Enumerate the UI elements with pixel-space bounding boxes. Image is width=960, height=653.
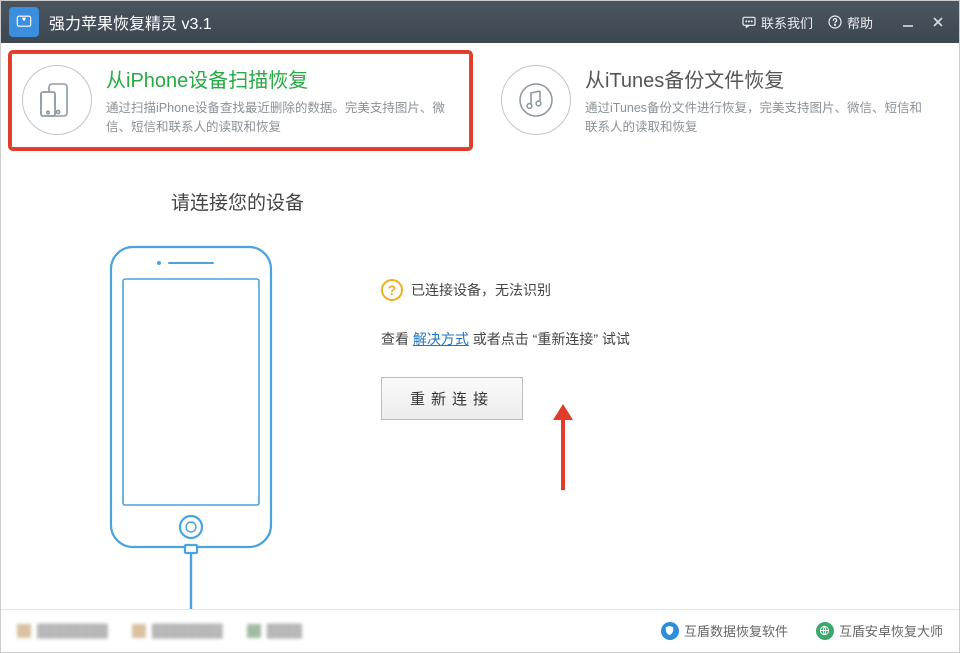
footer-item-blur-2: ████████ bbox=[132, 624, 223, 638]
close-button[interactable] bbox=[923, 1, 953, 43]
mode-scan-title: 从iPhone设备扫描恢复 bbox=[106, 64, 455, 93]
footer-item-blur-3: ████ bbox=[247, 624, 302, 638]
help-suffix: ” 试试 bbox=[593, 331, 630, 347]
help-mid: 或者点击 “ bbox=[469, 331, 537, 347]
contact-button[interactable]: 联系我们 bbox=[741, 13, 813, 32]
footer-link-data-recovery[interactable]: 互盾数据恢复软件 bbox=[661, 621, 788, 640]
help-button[interactable]: 帮助 bbox=[827, 13, 873, 32]
music-note-icon bbox=[501, 65, 571, 135]
shield-icon bbox=[661, 622, 679, 640]
main-heading: 请连接您的设备 bbox=[171, 188, 899, 215]
footer-link-android-recovery[interactable]: 互盾安卓恢复大师 bbox=[816, 621, 943, 640]
minimize-button[interactable] bbox=[893, 1, 923, 43]
globe-icon bbox=[816, 622, 834, 640]
app-logo-icon bbox=[9, 7, 39, 37]
main-area: 请连接您的设备 ? 已连接设备，无法识别 bbox=[1, 154, 959, 609]
mode-itunes-desc: 通过iTunes备份文件进行恢复，完美支持图片、微信、短信和联系人的读取和恢复 bbox=[585, 99, 934, 137]
reconnect-button[interactable]: 重新连接 bbox=[381, 377, 523, 420]
devices-icon bbox=[22, 65, 92, 135]
help-prefix: 查看 bbox=[381, 331, 413, 347]
mode-row: 从iPhone设备扫描恢复 通过扫描iPhone设备查找最近删除的数据。完美支持… bbox=[1, 43, 959, 154]
phone-illustration bbox=[61, 239, 321, 609]
footer-badge2-label: 互盾安卓恢复大师 bbox=[839, 621, 943, 640]
footer-item-blur-1: ████████ bbox=[17, 624, 108, 638]
footer-badge1-label: 互盾数据恢复软件 bbox=[684, 621, 788, 640]
chat-icon bbox=[741, 14, 757, 30]
app-title: 强力苹果恢复精灵 v3.1 bbox=[49, 10, 212, 34]
help-label: 帮助 bbox=[847, 13, 873, 32]
warning-icon: ? bbox=[381, 279, 403, 301]
status-line: ? 已连接设备，无法识别 bbox=[381, 279, 899, 301]
mode-scan-desc: 通过扫描iPhone设备查找最近删除的数据。完美支持图片、微信、短信和联系人的读… bbox=[106, 99, 455, 137]
help-action-text: 重新连接 bbox=[537, 331, 593, 347]
solution-link[interactable]: 解决方式 bbox=[413, 331, 469, 347]
titlebar: 强力苹果恢复精灵 v3.1 联系我们 帮助 bbox=[1, 1, 959, 43]
mode-scan-iphone[interactable]: 从iPhone设备扫描恢复 通过扫描iPhone设备查找最近删除的数据。完美支持… bbox=[11, 53, 470, 148]
status-text: 已连接设备，无法识别 bbox=[411, 280, 551, 300]
contact-label: 联系我们 bbox=[761, 13, 813, 32]
footer: ████████ ████████ ████ 互盾数据恢复软件 互盾安卓恢复大师 bbox=[1, 609, 959, 653]
mode-itunes-backup[interactable]: 从iTunes备份文件恢复 通过iTunes备份文件进行恢复，完美支持图片、微信… bbox=[490, 53, 949, 148]
help-line: 查看 解决方式 或者点击 “重新连接” 试试 bbox=[381, 329, 899, 349]
mode-itunes-title: 从iTunes备份文件恢复 bbox=[585, 64, 934, 93]
help-icon bbox=[827, 14, 843, 30]
